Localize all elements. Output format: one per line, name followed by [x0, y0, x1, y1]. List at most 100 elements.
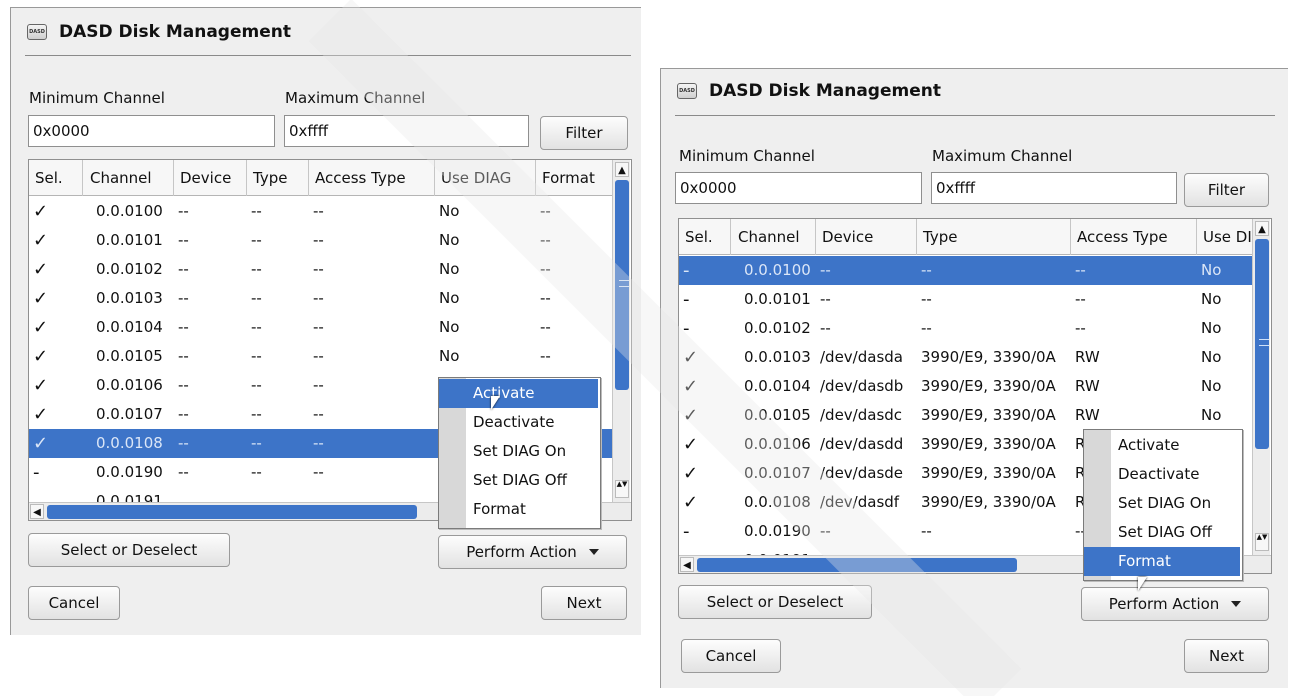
cancel-button[interactable]: Cancel [681, 639, 781, 673]
table-cell-access: -- [1075, 290, 1086, 308]
table-row[interactable]: -0.0.0102 -- -- -- No [679, 314, 1253, 343]
table-cell-type: -- [251, 347, 262, 365]
table-cell-sel: - [683, 318, 690, 339]
table-cell-access: -- [1075, 261, 1086, 279]
table-cell-device: /dev/dasdd [820, 435, 904, 453]
table-cell-access: -- [313, 231, 324, 249]
perform-action-label: Perform Action [466, 543, 577, 561]
menu-item-set-diag-on[interactable]: Set DIAG On [439, 437, 598, 466]
column-header[interactable]: Access Type [1071, 219, 1197, 255]
horizontal-scroll-thumb[interactable] [47, 505, 417, 519]
table-row[interactable]: ✓ 0.0.0102 -- -- -- No -- [29, 255, 613, 284]
table-cell-type: -- [251, 289, 262, 307]
menu-item-deactivate[interactable]: Deactivate [1084, 460, 1240, 489]
cancel-button[interactable]: Cancel [28, 586, 120, 620]
column-header[interactable]: Channel [84, 160, 174, 196]
table-cell-channel: 0.0.0108 [744, 493, 811, 511]
table-cell-access: RW [1075, 406, 1100, 424]
table-cell-sel: ✓ [33, 433, 49, 454]
menu-item-deactivate[interactable]: Deactivate [439, 408, 598, 437]
table-cell-access: -- [313, 434, 324, 452]
menu-item-set-diag-off[interactable]: Set DIAG Off [439, 466, 598, 495]
next-button[interactable]: Next [1184, 639, 1269, 673]
vertical-scrollbar[interactable]: ▲ ▲▼ [1252, 219, 1270, 555]
table-cell-type: -- [251, 463, 262, 481]
table-row[interactable]: -0.0.0100 -- -- -- No [679, 256, 1253, 285]
table-cell-device: -- [820, 261, 831, 279]
column-header[interactable]: Type [917, 219, 1071, 255]
dialog-title: DASD DASD Disk Management [27, 22, 291, 42]
chevron-down-icon [588, 549, 599, 555]
scroll-updown-icon[interactable]: ▲▼ [1255, 533, 1269, 551]
menu-item-set-diag-on[interactable]: Set DIAG On [1084, 489, 1240, 518]
table-cell-access: -- [313, 376, 324, 394]
table-cell-access: -- [313, 405, 324, 423]
menu-item-format[interactable]: Format [1084, 547, 1240, 576]
scroll-left-icon[interactable]: ◀ [30, 504, 44, 519]
table-cell-access: -- [1075, 319, 1086, 337]
table-cell-channel: 0.0.0104 [96, 318, 163, 336]
perform-action-button[interactable]: Perform Action [1081, 587, 1269, 621]
scroll-updown-icon[interactable]: ▲▼ [615, 480, 629, 498]
max-channel-input[interactable]: 0xffff [931, 172, 1177, 204]
min-channel-label: Minimum Channel [679, 147, 815, 165]
table-row[interactable]: ✓ 0.0.0103 -- -- -- No -- [29, 284, 613, 313]
table-cell-diag: No [439, 318, 460, 336]
menu-item-set-diag-off[interactable]: Set DIAG Off [1084, 518, 1240, 547]
max-channel-input[interactable]: 0xffff [284, 115, 529, 147]
menu-item-activate[interactable]: Activate [439, 379, 598, 408]
table-cell-channel: 0.0.0190 [96, 463, 163, 481]
vertical-scroll-thumb[interactable] [615, 180, 629, 390]
table-cell-type: -- [921, 319, 932, 337]
min-channel-input[interactable]: 0x0000 [675, 172, 922, 204]
table-row[interactable]: ✓ 0.0.0105 -- -- -- No -- [29, 342, 613, 371]
perform-action-button[interactable]: Perform Action [438, 535, 627, 569]
table-cell-sel: ✓ [683, 405, 699, 426]
table-cell-diag: No [439, 347, 460, 365]
min-channel-label: Minimum Channel [29, 89, 165, 107]
table-row[interactable]: ✓ 0.0.0101 -- -- -- No -- [29, 226, 613, 255]
table-cell-device: -- [178, 347, 189, 365]
scroll-up-icon[interactable]: ▲ [615, 162, 629, 177]
table-row[interactable]: ✓ 0.0.0105/dev/dasdc 3990/E9, 3390/0A RW No [679, 401, 1253, 430]
vertical-scroll-thumb[interactable] [1255, 239, 1269, 449]
column-header[interactable]: Access Type [309, 160, 435, 196]
filter-button[interactable]: Filter [1184, 173, 1269, 207]
min-channel-input[interactable]: 0x0000 [28, 115, 275, 147]
select-deselect-button[interactable]: Select or Deselect [28, 533, 230, 567]
horizontal-scroll-thumb[interactable] [697, 558, 1017, 572]
select-deselect-button[interactable]: Select or Deselect [678, 585, 872, 619]
table-cell-channel: 0.0.0105 [96, 347, 163, 365]
vertical-scrollbar[interactable]: ▲ ▲▼ [612, 160, 630, 502]
table-cell-device: -- [820, 319, 831, 337]
table-cell-sel: ✓ [33, 259, 49, 280]
column-header[interactable]: Channel [732, 219, 816, 255]
column-header[interactable]: Device [816, 219, 917, 255]
scroll-up-icon[interactable]: ▲ [1255, 221, 1269, 236]
column-header[interactable]: Use DIAG [435, 160, 536, 196]
column-header[interactable]: Type [247, 160, 309, 196]
column-header[interactable]: Sel. [29, 160, 83, 196]
table-cell-channel: 0.0.0107 [96, 405, 163, 423]
table-row[interactable]: ✓ 0.0.0100 -- -- -- No -- [29, 197, 613, 226]
table-row[interactable]: ✓ 0.0.0104/dev/dasdb 3990/E9, 3390/0A RW No [679, 372, 1253, 401]
table-row[interactable]: ✓ 0.0.0103/dev/dasda 3990/E9, 3390/0A RW No [679, 343, 1253, 372]
column-header[interactable]: Sel. [679, 219, 731, 255]
chevron-down-icon [1231, 601, 1242, 607]
table-cell-diag: No [439, 260, 460, 278]
table-cell-device: -- [178, 289, 189, 307]
scroll-left-icon[interactable]: ◀ [680, 557, 694, 572]
table-row[interactable]: -0.0.0101 -- -- -- No [679, 285, 1253, 314]
table-cell-sel: ✓ [33, 317, 49, 338]
menu-item-format[interactable]: Format [439, 495, 598, 524]
table-cell-device: -- [178, 202, 189, 220]
table-cell-sel: ✓ [33, 346, 49, 367]
next-button[interactable]: Next [541, 586, 627, 620]
table-cell-type: -- [251, 405, 262, 423]
filter-button[interactable]: Filter [540, 116, 628, 150]
table-cell-device: /dev/dasde [820, 464, 904, 482]
table-cell-device: -- [178, 434, 189, 452]
table-row[interactable]: ✓ 0.0.0104 -- -- -- No -- [29, 313, 613, 342]
menu-item-activate[interactable]: Activate [1084, 431, 1240, 460]
column-header[interactable]: Device [174, 160, 247, 196]
